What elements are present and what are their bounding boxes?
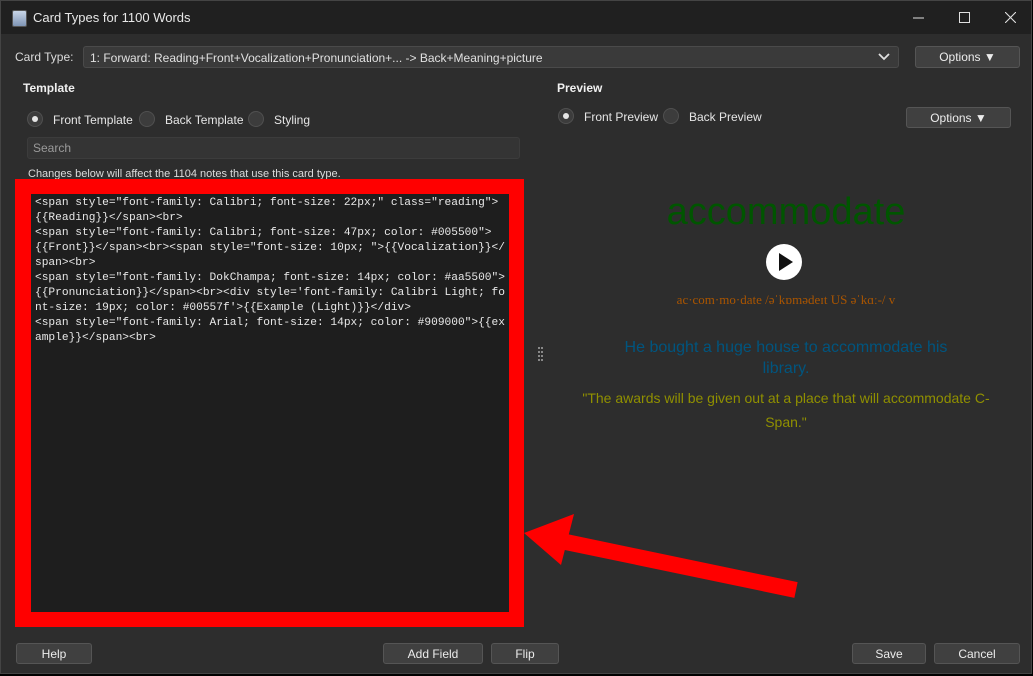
back-template-radio[interactable] [139, 111, 155, 127]
front-template-label[interactable]: Front Template [53, 113, 133, 127]
card-type-select[interactable]: 1: Forward: Reading+Front+Vocalization+P… [83, 46, 899, 68]
annotation-arrow [524, 514, 798, 598]
splitter-handle[interactable] [538, 347, 544, 361]
minimize-button[interactable] [895, 1, 941, 34]
template-search-field[interactable] [27, 137, 520, 159]
template-section-title: Template [23, 81, 75, 95]
front-preview-label[interactable]: Front Preview [584, 110, 658, 124]
anki-app-icon [12, 10, 27, 27]
maximize-button[interactable] [941, 1, 987, 34]
cancel-button[interactable]: Cancel [934, 643, 1020, 664]
styling-label[interactable]: Styling [274, 113, 310, 127]
card-types-window: Card Types for 1100 Words Card Type: 1: … [0, 0, 1032, 674]
front-preview-radio[interactable] [558, 108, 574, 124]
back-preview-label[interactable]: Back Preview [689, 110, 762, 124]
card-type-options-button[interactable]: Options ▼ [915, 46, 1020, 68]
play-audio-icon[interactable] [766, 244, 802, 280]
preview-example-quote: "The awards will be given out at a place… [582, 390, 990, 430]
template-code-editor[interactable]: <span style="font-family: Calibri; font-… [31, 194, 509, 612]
title-bar: Card Types for 1100 Words [1, 1, 1031, 34]
template-search-input[interactable] [28, 138, 519, 158]
window-title: Card Types for 1100 Words [33, 10, 191, 25]
preview-pronunciation: ac·com·mo·date /əˈkɒmədeɪt US əˈkɑː-/ v [676, 292, 896, 307]
close-icon [1004, 12, 1016, 23]
save-button[interactable]: Save [852, 643, 926, 664]
styling-radio[interactable] [248, 111, 264, 127]
card-type-label: Card Type: [15, 50, 74, 64]
front-template-radio[interactable] [27, 111, 43, 127]
minimize-icon [912, 17, 924, 19]
template-code-text[interactable]: <span style="font-family: Calibri; font-… [31, 194, 509, 348]
flip-button[interactable]: Flip [491, 643, 559, 664]
help-button[interactable]: Help [16, 643, 92, 664]
back-template-label[interactable]: Back Template [165, 113, 244, 127]
close-button[interactable] [987, 1, 1033, 34]
maximize-icon [958, 12, 970, 23]
card-type-value: 1: Forward: Reading+Front+Vocalization+P… [90, 51, 543, 65]
preview-example-sentence: He bought a huge house to accommodate hi… [624, 339, 948, 377]
preview-options-button[interactable]: Options ▼ [906, 107, 1011, 128]
preview-front-word: accommodate [666, 191, 906, 233]
back-preview-radio[interactable] [663, 108, 679, 124]
chevron-down-icon [878, 53, 890, 61]
preview-section-title: Preview [557, 81, 603, 95]
add-field-button[interactable]: Add Field [383, 643, 483, 664]
